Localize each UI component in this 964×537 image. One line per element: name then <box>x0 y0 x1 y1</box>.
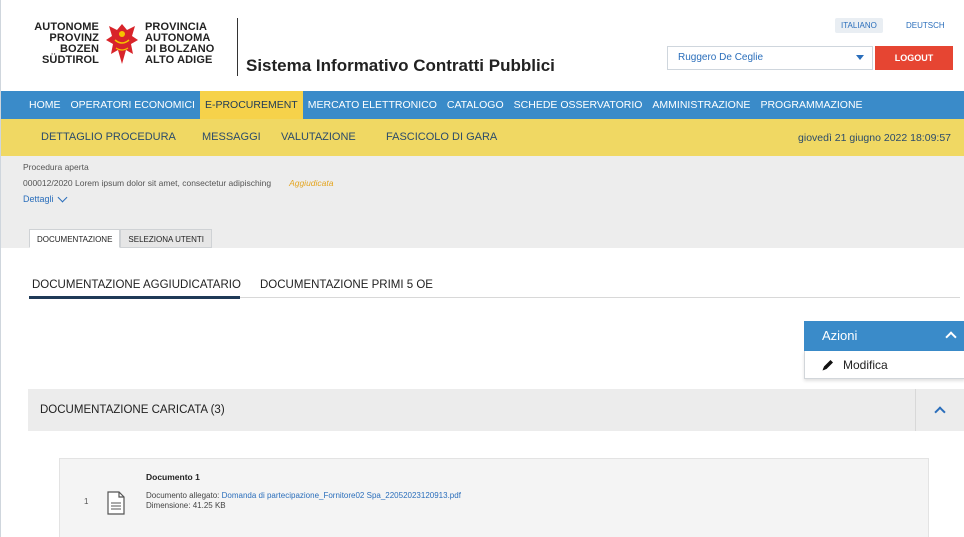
document-index: 1 <box>84 497 89 506</box>
procedure-type: Procedura aperta <box>23 162 89 172</box>
nav-schede-osservatorio[interactable]: SCHEDE OSSERVATORIO <box>509 91 648 119</box>
nav-programmazione[interactable]: PROGRAMMAZIONE <box>755 91 867 119</box>
app-window: AUTONOME PROVINZ BOZEN SÜDTIROL PROVINCI… <box>0 0 964 537</box>
nav-operatori-economici[interactable]: OPERATORI ECONOMICI <box>66 91 200 119</box>
header: AUTONOME PROVINZ BOZEN SÜDTIROL PROVINCI… <box>1 0 964 90</box>
actions-dropdown-button[interactable]: Azioni <box>804 321 964 351</box>
tab-documentazione-primi-5-oe[interactable]: DOCUMENTAZIONE PRIMI 5 OE <box>260 279 433 291</box>
active-tab-indicator <box>29 296 240 299</box>
section-title: DOCUMENTAZIONE CARICATA (3) <box>40 404 225 416</box>
eagle-crest-icon <box>106 24 138 64</box>
tab-seleziona-utenti[interactable]: SELEZIONA UTENTI <box>120 229 212 248</box>
procedure-description: 000012/2020 Lorem ipsum dolor sit amet, … <box>23 178 334 188</box>
lang-deutsch-button[interactable]: DEUTSCH <box>900 18 951 33</box>
chevron-down-icon <box>57 192 67 203</box>
chevron-up-icon <box>934 406 946 418</box>
menu-item-modifica[interactable]: Modifica <box>804 351 964 379</box>
procedure-info: Procedura aperta 000012/2020 Lorem ipsum… <box>1 156 964 248</box>
document-card: 1 Documento 1 Documento allegato: Domand… <box>59 458 929 537</box>
document-title: Documento 1 <box>146 472 200 482</box>
user-select[interactable]: Ruggero De Ceglie <box>667 46 873 70</box>
nav-amministrazione[interactable]: AMMINISTRAZIONE <box>647 91 755 119</box>
subnav-fascicolo-di-gara[interactable]: FASCICOLO DI GARA <box>386 131 497 143</box>
details-label: Dettagli <box>23 194 54 204</box>
tab-documentazione-aggiudicatario[interactable]: DOCUMENTAZIONE AGGIUDICATARIO <box>32 279 241 291</box>
tab-documentazione[interactable]: DOCUMENTAZIONE <box>29 229 121 248</box>
section-header[interactable]: DOCUMENTAZIONE CARICATA (3) <box>28 389 964 431</box>
nav-mercato-elettronico[interactable]: MERCATO ELETTRONICO <box>303 91 442 119</box>
logo-text-german: AUTONOME PROVINZ BOZEN SÜDTIROL <box>34 21 99 66</box>
nav-e-procurement[interactable]: E-PROCUREMENT <box>199 91 303 119</box>
procedure-tabs: DOCUMENTAZIONE SELEZIONA UTENTI <box>29 229 212 248</box>
file-icon <box>107 491 125 515</box>
subnav-valutazione[interactable]: VALUTAZIONE <box>281 131 356 143</box>
subnav-dettaglio-procedura[interactable]: DETTAGLIO PROCEDURA <box>41 131 176 143</box>
caret-down-icon <box>856 55 864 60</box>
document-size: Dimensione: 41.25 KB <box>146 501 226 510</box>
system-title: Sistema Informativo Contratti Pubblici <box>246 56 555 75</box>
main-nav: HOME OPERATORI ECONOMICI E-PROCUREMENT M… <box>1 91 964 119</box>
chevron-up-icon <box>945 331 957 343</box>
pencil-icon <box>822 359 833 370</box>
logo[interactable]: AUTONOME PROVINZ BOZEN SÜDTIROL PROVINCI… <box>15 8 229 80</box>
logo-divider <box>237 18 238 76</box>
attachment-link[interactable]: Domanda di partecipazione_Fornitore02 Sp… <box>222 491 461 500</box>
tabs-divider <box>240 297 960 298</box>
logout-button[interactable]: LOGOUT <box>875 46 953 70</box>
logo-text-italian: PROVINCIA AUTONOMA DI BOLZANO ALTO ADIGE <box>145 21 215 66</box>
status-badge: Aggiudicata <box>289 178 334 188</box>
sub-nav: DETTAGLIO PROCEDURA MESSAGGI VALUTAZIONE… <box>1 119 964 156</box>
document-attachment: Documento allegato: Domanda di partecipa… <box>146 491 461 500</box>
section-collapse-button[interactable] <box>915 389 964 431</box>
menu-item-label: Modifica <box>843 357 888 372</box>
nav-home[interactable]: HOME <box>1 91 66 119</box>
details-toggle[interactable]: Dettagli <box>23 192 67 204</box>
user-name: Ruggero De Ceglie <box>678 52 764 63</box>
lang-italiano-button[interactable]: ITALIANO <box>835 18 883 33</box>
nav-catalogo[interactable]: CATALOGO <box>442 91 509 119</box>
subnav-messaggi[interactable]: MESSAGGI <box>202 131 261 143</box>
actions-label: Azioni <box>822 328 858 343</box>
current-datetime: giovedì 21 giugno 2022 18:09:57 <box>798 132 951 144</box>
